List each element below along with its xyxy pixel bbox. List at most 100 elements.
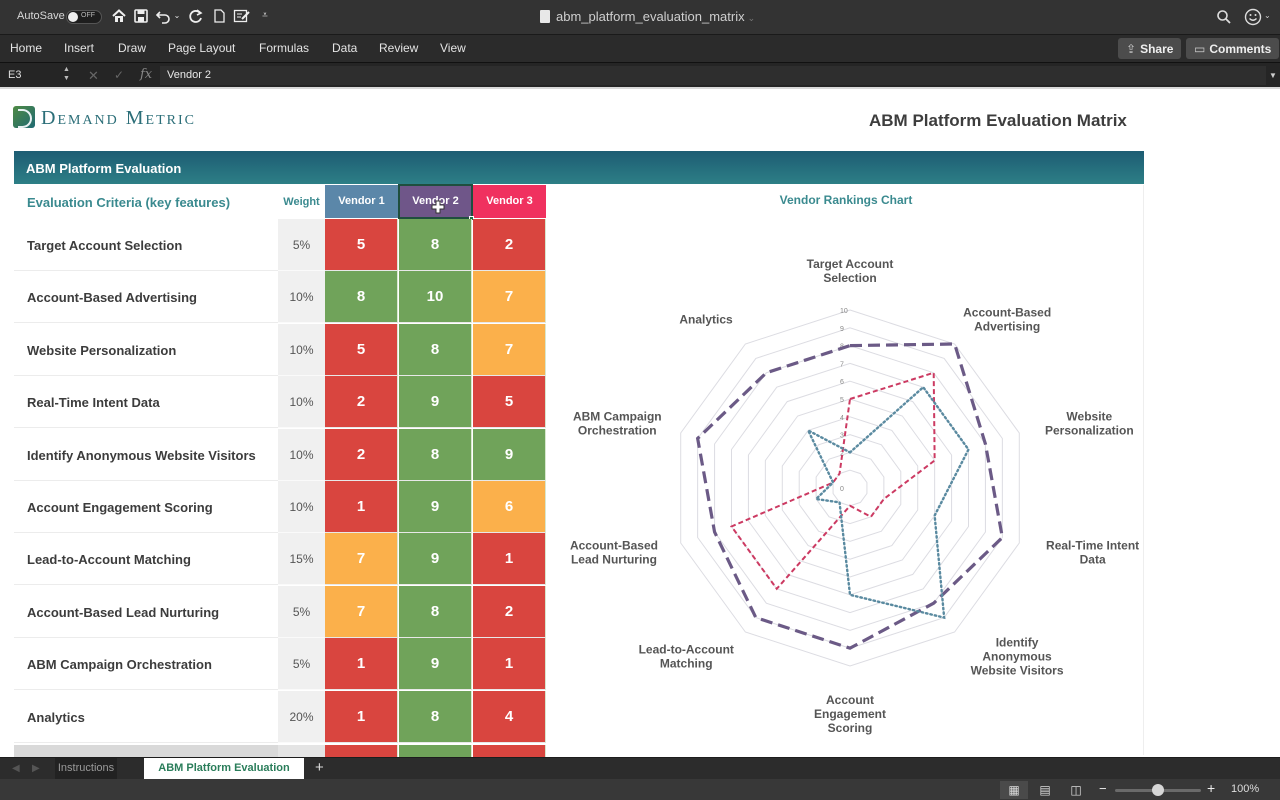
total-row-weight-cell[interactable] <box>278 745 325 757</box>
redo-icon[interactable] <box>188 8 204 24</box>
vendor-3-score-cell[interactable]: 5 <box>473 376 546 429</box>
zoom-slider-thumb[interactable] <box>1152 784 1164 796</box>
title-chevron-icon[interactable]: ⌄ <box>748 13 756 23</box>
vendor-1-score-cell[interactable]: 1 <box>325 481 398 533</box>
weight-cell[interactable]: 10% <box>278 428 325 481</box>
zoom-percent[interactable]: 100% <box>1231 783 1259 795</box>
vendor-1-score-cell[interactable]: 1 <box>325 638 398 691</box>
vendor-2-score-cell[interactable]: 8 <box>399 428 472 481</box>
vendor-3-score-cell[interactable]: 1 <box>473 638 546 691</box>
criterion-cell[interactable]: Identify Anonymous Website Visitors <box>14 429 278 481</box>
criterion-cell[interactable]: Analytics <box>14 691 278 743</box>
name-box-stepper-icon[interactable]: ▲ ▼ <box>63 65 70 83</box>
vendor-2-score-cell[interactable]: 8 <box>399 323 472 376</box>
vendor-1-header[interactable]: Vendor 1 <box>325 185 398 218</box>
tab-data[interactable]: Data <box>332 41 357 55</box>
undo-dropdown-icon[interactable]: ⌄ <box>172 8 182 24</box>
vendor-2-score-cell[interactable]: 9 <box>399 638 472 691</box>
vendor-1-score-cell[interactable]: 2 <box>325 376 398 429</box>
criteria-column-header[interactable]: Evaluation Criteria (key features) <box>27 195 230 210</box>
vendor-2-score-cell[interactable]: 9 <box>399 376 472 429</box>
tab-formulas[interactable]: Formulas <box>259 41 309 55</box>
weight-cell[interactable]: 5% <box>278 585 325 638</box>
vendor-3-header[interactable]: Vendor 3 <box>473 185 546 218</box>
vendor-1-score-cell[interactable]: 5 <box>325 323 398 376</box>
function-icon[interactable]: fx <box>140 67 152 82</box>
vendor-3-score-cell[interactable]: 2 <box>473 219 546 271</box>
save-icon[interactable] <box>133 8 149 24</box>
vendor-3-total-cell[interactable] <box>473 745 546 757</box>
feedback-chevron-icon[interactable]: ⌄ <box>1264 11 1271 20</box>
add-sheet-icon[interactable]: + <box>315 759 324 776</box>
vendor-2-score-cell[interactable]: 9 <box>399 481 472 533</box>
sheet-tab-instructions[interactable]: Instructions <box>55 758 117 779</box>
vendor-1-score-cell[interactable]: 7 <box>325 533 398 586</box>
criterion-cell[interactable]: Lead-to-Account Matching <box>14 533 278 586</box>
vendor-1-total-cell[interactable] <box>325 745 398 757</box>
tab-review[interactable]: Review <box>379 41 418 55</box>
next-sheet-icon[interactable]: ▶ <box>32 763 40 774</box>
criterion-cell[interactable]: Account-Based Lead Nurturing <box>14 586 278 638</box>
autosave-toggle[interactable]: OFF <box>66 10 102 24</box>
vendor-1-score-cell[interactable]: 1 <box>325 690 398 743</box>
tab-draw[interactable]: Draw <box>118 41 146 55</box>
vendor-1-score-cell[interactable]: 2 <box>325 428 398 481</box>
vendor-rankings-chart[interactable]: Vendor Rankings Chart 0 2 3 4 5 6 7 8 9 10 Target … <box>548 185 1144 755</box>
criterion-cell[interactable]: ABM Campaign Orchestration <box>14 638 278 691</box>
page-layout-view-icon[interactable]: ▤ <box>1031 781 1059 799</box>
series-vendor-3[interactable] <box>805 385 970 620</box>
tab-page-layout[interactable]: Page Layout <box>168 41 235 55</box>
total-row-label-cell[interactable] <box>14 745 278 757</box>
vendor-3-score-cell[interactable]: 4 <box>473 690 546 743</box>
zoom-out-icon[interactable]: − <box>1099 781 1107 796</box>
normal-view-icon[interactable]: ▦ <box>1000 781 1028 799</box>
weight-cell[interactable]: 10% <box>278 271 325 324</box>
home-icon[interactable] <box>111 8 127 24</box>
cancel-formula-icon[interactable]: ✕ <box>88 68 99 84</box>
vendor-1-score-cell[interactable]: 7 <box>325 585 398 638</box>
weight-cell[interactable]: 15% <box>278 533 325 586</box>
formula-input[interactable]: Vendor 2 <box>160 66 1266 85</box>
comments-button[interactable]: ▭ Comments <box>1186 38 1280 59</box>
page-break-view-icon[interactable]: ◫ <box>1062 781 1090 799</box>
vendor-3-score-cell[interactable]: 7 <box>473 271 546 324</box>
expand-formula-bar-icon[interactable]: ▼ <box>1269 71 1277 80</box>
weight-cell[interactable]: 10% <box>278 376 325 429</box>
criterion-cell[interactable]: Account-Based Advertising <box>14 271 278 324</box>
edit-document-icon[interactable] <box>233 8 250 24</box>
share-button[interactable]: ⇪ Share <box>1118 38 1182 59</box>
vendor-1-score-cell[interactable]: 5 <box>325 219 398 271</box>
prev-sheet-icon[interactable]: ◀ <box>12 763 20 774</box>
confirm-formula-icon[interactable]: ✓ <box>114 68 124 82</box>
new-document-icon[interactable] <box>211 8 227 24</box>
vendor-2-total-cell[interactable] <box>399 745 472 757</box>
criterion-cell[interactable]: Real-Time Intent Data <box>14 376 278 429</box>
weight-column-header[interactable]: Weight <box>278 185 325 219</box>
weight-cell[interactable]: 5% <box>278 219 325 271</box>
search-icon[interactable] <box>1216 9 1232 25</box>
vendor-2-score-cell[interactable]: 9 <box>399 533 472 586</box>
name-box[interactable]: E3 <box>8 69 21 81</box>
undo-icon[interactable] <box>155 8 171 24</box>
feedback-smiley-icon[interactable] <box>1244 8 1262 26</box>
zoom-in-icon[interactable]: + <box>1207 780 1215 796</box>
vendor-2-score-cell[interactable]: 8 <box>399 690 472 743</box>
tab-insert[interactable]: Insert <box>64 41 94 55</box>
worksheet[interactable]: Demand Metric ABM Platform Evaluation Ma… <box>0 89 1280 757</box>
sheet-tab-abm-platform-evaluation[interactable]: ABM Platform Evaluation <box>144 758 304 779</box>
weight-cell[interactable]: 10% <box>278 323 325 376</box>
series-vendor-2[interactable] <box>695 342 1005 650</box>
customize-toolbar-icon[interactable]: ⩡ <box>257 8 273 24</box>
tab-home[interactable]: Home <box>10 41 42 55</box>
vendor-3-score-cell[interactable]: 2 <box>473 585 546 638</box>
vendor-3-score-cell[interactable]: 9 <box>473 428 546 481</box>
weight-cell[interactable]: 5% <box>278 638 325 691</box>
criterion-cell[interactable]: Website Personalization <box>14 324 278 376</box>
criterion-cell[interactable]: Account Engagement Scoring <box>14 481 278 533</box>
vendor-3-score-cell[interactable]: 1 <box>473 533 546 586</box>
vendor-3-score-cell[interactable]: 6 <box>473 481 546 533</box>
weight-cell[interactable]: 20% <box>278 690 325 743</box>
vendor-2-score-cell[interactable]: 8 <box>399 219 472 271</box>
vendor-1-score-cell[interactable]: 8 <box>325 271 398 324</box>
vendor-2-score-cell[interactable]: 10 <box>399 271 472 324</box>
